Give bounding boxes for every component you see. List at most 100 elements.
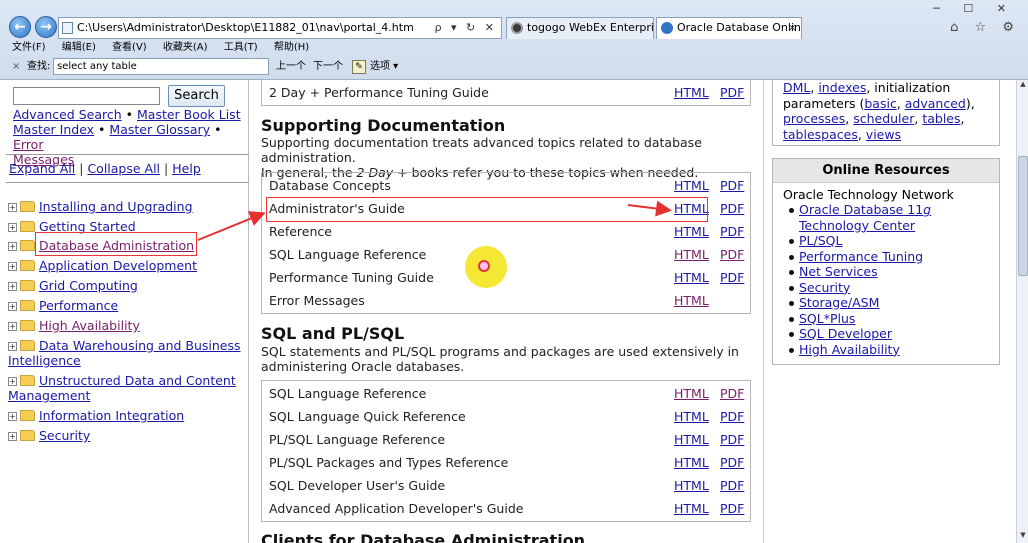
search-input[interactable]	[13, 87, 160, 105]
tree-item[interactable]: + Performance	[8, 298, 118, 313]
html-link[interactable]: HTML	[674, 220, 709, 243]
find-next-button[interactable]: 下一个	[313, 57, 343, 77]
html-link[interactable]: HTML	[674, 289, 709, 312]
page-icon	[62, 22, 73, 34]
scheduler-link[interactable]: scheduler	[853, 111, 914, 126]
tree-item[interactable]: + Information Integration	[8, 408, 184, 423]
book-title: SQL Developer User's Guide	[269, 478, 446, 493]
master-book-list-link[interactable]: Master Book List	[137, 107, 241, 122]
help-link[interactable]: Help	[172, 161, 201, 176]
html-link[interactable]: HTML	[674, 81, 709, 104]
html-link[interactable]: HTML	[674, 382, 709, 405]
back-button[interactable]: ←	[9, 16, 31, 38]
home-favorites-settings-icons[interactable]: ⌂ ☆ ⚙	[950, 20, 1020, 35]
list-item[interactable]: Security	[789, 280, 931, 296]
html-link[interactable]: HTML	[674, 474, 709, 497]
master-index-link[interactable]: Master Index	[13, 122, 94, 137]
pdf-link[interactable]: PDF	[720, 428, 744, 451]
tablespaces-link[interactable]: tablespaces	[783, 127, 858, 142]
html-link[interactable]: HTML	[674, 497, 709, 520]
list-item[interactable]: Performance Tuning	[789, 249, 931, 265]
close-tab-icon[interactable]: ×	[788, 18, 797, 38]
pdf-link[interactable]: PDF	[720, 174, 744, 197]
menu-edit[interactable]: 编辑(E)	[62, 42, 96, 53]
address-tools[interactable]: ρ ▾ ↻ ✕	[435, 18, 497, 38]
pdf-link[interactable]: PDF	[720, 81, 744, 104]
scroll-up-icon[interactable]: ▲	[1018, 80, 1028, 92]
tree-item[interactable]: + Application Development	[8, 258, 197, 273]
pdf-link[interactable]: PDF	[720, 220, 744, 243]
pdf-link[interactable]: PDF	[720, 497, 744, 520]
forward-button[interactable]: →	[35, 16, 57, 38]
tree-item-database-administration[interactable]: + Database Administration	[8, 238, 194, 253]
find-input[interactable]: select any table	[53, 58, 269, 75]
list-item[interactable]: PL/SQL	[789, 233, 931, 249]
scroll-thumb[interactable]	[1018, 156, 1028, 276]
html-link[interactable]: HTML	[674, 405, 709, 428]
list-item[interactable]: Storage/ASM	[789, 295, 931, 311]
tree-item[interactable]: + Security	[8, 428, 90, 443]
processes-link[interactable]: processes	[783, 111, 845, 126]
section-desc: SQL statements and PL/SQL programs and p…	[261, 344, 739, 374]
pdf-link[interactable]: PDF	[720, 474, 744, 497]
list-item[interactable]: SQL*Plus	[789, 311, 931, 327]
collapse-all-link[interactable]: Collapse All	[87, 161, 160, 176]
pdf-link[interactable]: PDF	[720, 243, 744, 266]
master-glossary-link[interactable]: Master Glossary	[109, 122, 210, 137]
pdf-link[interactable]: PDF	[720, 197, 744, 220]
search-button[interactable]: Search	[168, 85, 225, 107]
book-title: 2 Day + Performance Tuning Guide	[269, 85, 489, 100]
folder-icon	[20, 300, 35, 311]
tab-label: Oracle Database Online ...	[677, 21, 801, 34]
tab-oracle[interactable]: Oracle Database Online ... ×	[656, 17, 802, 39]
cursor-dot-icon	[478, 260, 490, 272]
close-find-icon[interactable]: ×	[12, 57, 20, 77]
address-bar[interactable]: C:\Users\Administrator\Desktop\E11882_01…	[58, 17, 502, 39]
menu-tools[interactable]: 工具(T)	[224, 42, 258, 53]
pdf-link[interactable]: PDF	[720, 405, 744, 428]
expand-icon: +	[8, 262, 17, 271]
window-controls[interactable]: ─ ☐ ✕	[933, 2, 1016, 15]
folder-icon	[20, 375, 35, 386]
html-link[interactable]: HTML	[674, 174, 709, 197]
menu-help[interactable]: 帮助(H)	[274, 42, 309, 53]
find-options-button[interactable]: ✎ 选项 ▾	[350, 57, 398, 77]
advanced-search-link[interactable]: Advanced Search	[13, 107, 122, 122]
pdf-link[interactable]: PDF	[720, 451, 744, 474]
list-item[interactable]: Oracle Database 11g Technology Center	[789, 202, 931, 233]
error-link[interactable]: Error	[13, 137, 43, 152]
find-options-label: 选项 ▾	[370, 61, 399, 72]
section-title: Clients for Database Administration	[261, 531, 586, 543]
find-prev-button[interactable]: 上一个	[276, 57, 306, 77]
pdf-link[interactable]: PDF	[720, 382, 744, 405]
expand-all-link[interactable]: Expand All	[9, 161, 75, 176]
html-link[interactable]: HTML	[674, 428, 709, 451]
advanced-link[interactable]: advanced	[905, 96, 966, 111]
menu-favorites[interactable]: 收藏夹(A)	[163, 42, 208, 53]
tables-link[interactable]: tables	[922, 111, 960, 126]
html-link[interactable]: HTML	[674, 451, 709, 474]
pdf-link[interactable]: PDF	[720, 266, 744, 289]
list-item[interactable]: SQL Developer	[789, 326, 931, 342]
tree-item[interactable]: + Getting Started	[8, 219, 136, 234]
tree-item[interactable]: + Installing and Upgrading	[8, 199, 193, 214]
views-link[interactable]: views	[866, 127, 901, 142]
indexes-link[interactable]: indexes	[818, 80, 866, 95]
list-item[interactable]: Net Services	[789, 264, 931, 280]
html-link[interactable]: HTML	[674, 243, 709, 266]
vertical-scrollbar[interactable]: ▲ ▼	[1016, 80, 1028, 543]
menu-view[interactable]: 查看(V)	[112, 42, 147, 53]
html-link[interactable]: HTML	[674, 266, 709, 289]
tree-item[interactable]: + Grid Computing	[8, 278, 138, 293]
tab-webex[interactable]: togogo WebEx Enterprise ...	[506, 17, 654, 39]
scroll-down-icon[interactable]: ▼	[1018, 531, 1028, 543]
basic-link[interactable]: basic	[864, 96, 896, 111]
html-link[interactable]: HTML	[674, 197, 709, 220]
book-title: PL/SQL Language Reference	[269, 432, 446, 447]
dml-link[interactable]: DML	[783, 80, 810, 95]
tree-item[interactable]: + Unstructured Data and Content Managemen…	[8, 373, 238, 403]
list-item[interactable]: High Availability	[789, 342, 931, 358]
tree-item[interactable]: + Data Warehousing and Business Intellige…	[8, 338, 243, 368]
tree-item[interactable]: + High Availability	[8, 318, 140, 333]
menu-file[interactable]: 文件(F)	[12, 42, 46, 53]
